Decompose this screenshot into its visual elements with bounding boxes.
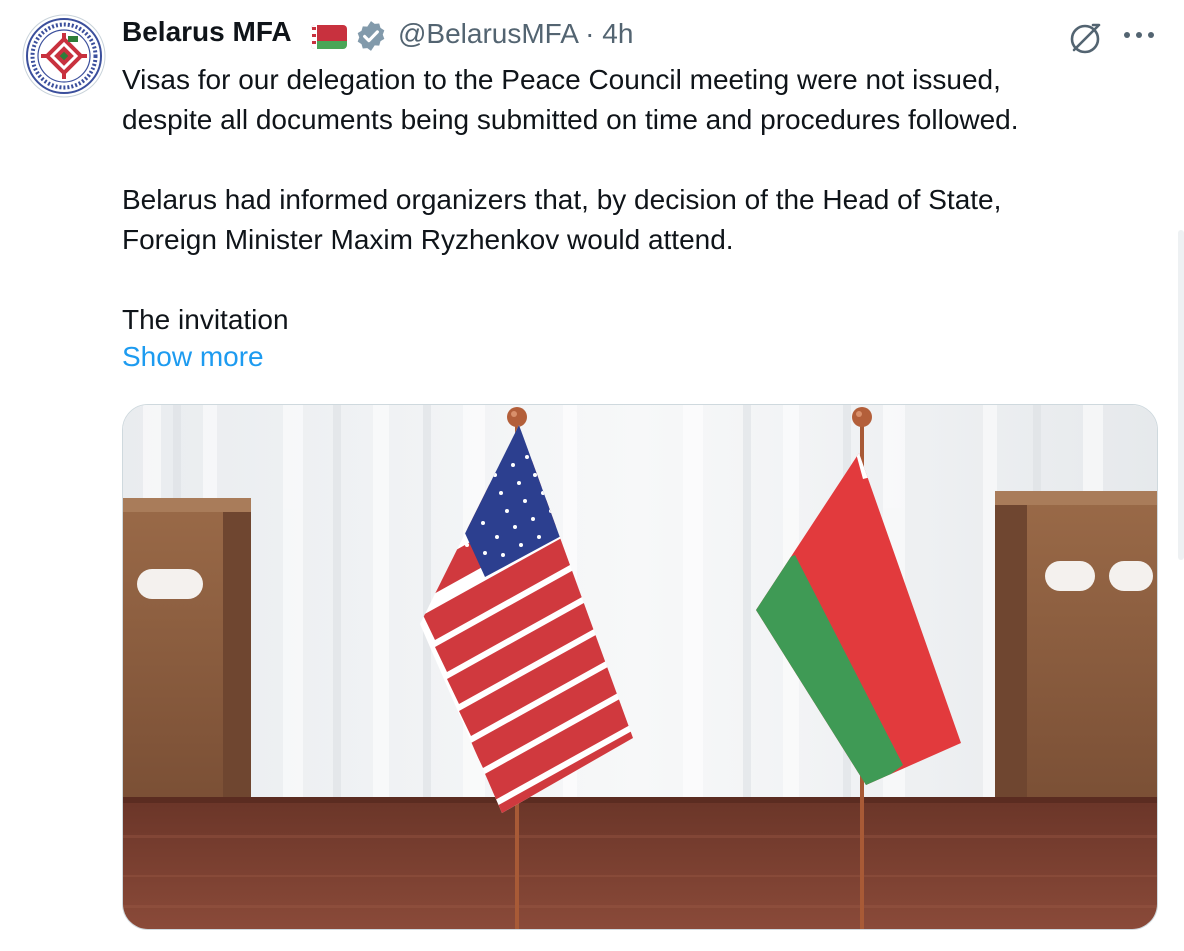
show-more-link[interactable]: Show more (122, 341, 264, 373)
belarus-flag-icon (311, 25, 347, 49)
handle[interactable]: @BelarusMFA (398, 18, 577, 49)
tweet-paragraph: The invitation (122, 304, 289, 335)
tweet-paragraph: Visas for our delegation to the Peace Co… (122, 64, 1019, 135)
handle-and-time[interactable]: @BelarusMFA · 4h (398, 18, 633, 50)
tweet-text: Visas for our delegation to the Peace Co… (122, 60, 1162, 340)
timestamp[interactable]: 4h (602, 18, 633, 49)
avatar[interactable] (22, 14, 106, 98)
scrollbar-track[interactable] (1178, 230, 1184, 560)
grok-icon[interactable] (1066, 19, 1104, 57)
tweet-paragraph: Belarus had informed organizers that, by… (122, 184, 1002, 255)
verified-badge-icon[interactable] (354, 19, 388, 53)
separator-dot: · (585, 18, 595, 49)
belarus-mfa-emblem-icon (22, 14, 106, 98)
more-options-icon[interactable] (1122, 28, 1156, 42)
us-belarus-flags-photo (123, 405, 1157, 929)
display-name[interactable]: Belarus MFA (122, 16, 292, 48)
tweet-media-image[interactable] (122, 404, 1158, 930)
